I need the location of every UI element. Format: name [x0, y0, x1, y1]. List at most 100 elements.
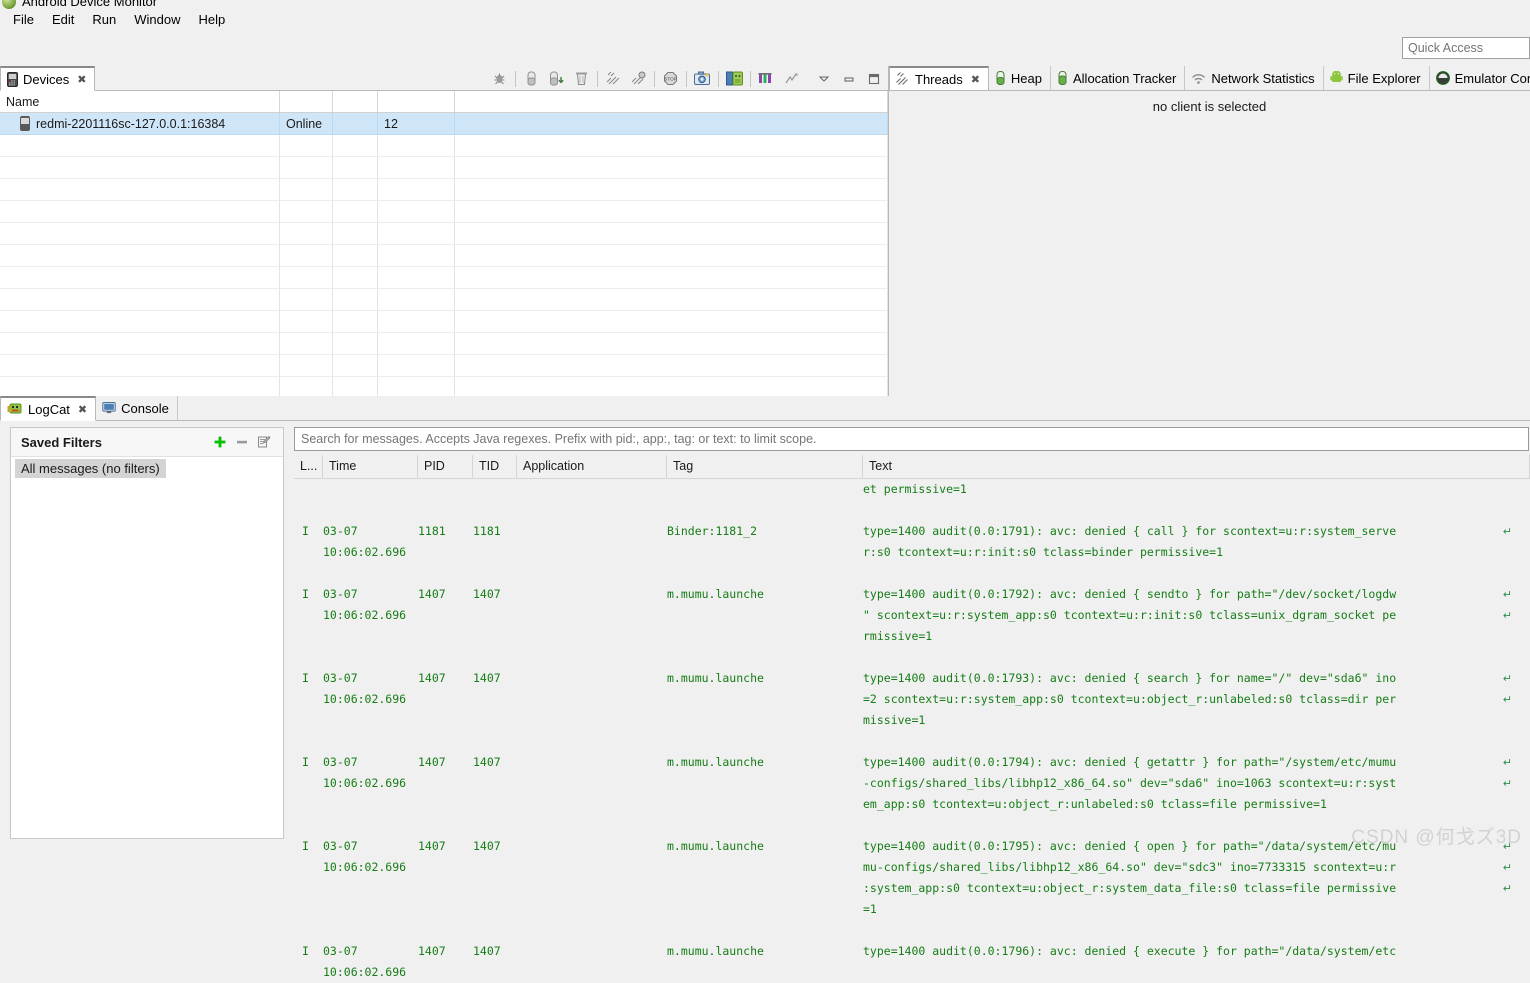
- log-text-line: type=1400 audit(0.0:1792): avc: denied {…: [863, 584, 1530, 605]
- tab-devices-label: Devices: [23, 71, 70, 87]
- column-header-pid[interactable]: PID: [418, 455, 473, 478]
- column-header-3[interactable]: [333, 91, 378, 112]
- table-row-empty[interactable]: [0, 377, 888, 396]
- empty-cell: [378, 201, 455, 223]
- logcat-main: L... Time PID TID Application Tag Text e…: [290, 421, 1530, 979]
- empty-cell: [333, 245, 378, 267]
- empty-cell: [280, 223, 333, 245]
- tab-file-explorer[interactable]: File Explorer: [1323, 66, 1430, 90]
- device-name-cell: redmi-2201116sc-127.0.0.1:16384: [0, 113, 280, 135]
- main-toolbar-strip: [0, 30, 1530, 68]
- list-item[interactable]: All messages (no filters): [15, 459, 166, 478]
- systrace-icon[interactable]: [779, 68, 804, 90]
- tab-heap[interactable]: Heap: [988, 66, 1051, 90]
- empty-cell: [455, 157, 888, 179]
- table-row[interactable]: redmi-2201116sc-127.0.0.1:16384 Online 1…: [0, 113, 888, 135]
- allocation-tracker-icon: [1057, 71, 1068, 85]
- menu-item-file[interactable]: File: [4, 10, 43, 29]
- table-row-empty[interactable]: [0, 333, 888, 355]
- column-header-5[interactable]: [455, 91, 888, 112]
- table-row-empty[interactable]: [0, 289, 888, 311]
- line-wrap-icon: ↵: [1502, 588, 1512, 601]
- column-header-level[interactable]: L...: [294, 455, 323, 478]
- menu-item-window[interactable]: Window: [125, 10, 189, 29]
- logcat-body: Saved Filters All messages (no filters) …: [0, 421, 1530, 979]
- log-tid-cell: 1407: [473, 944, 501, 958]
- log-text-line: type=1400 audit(0.0:1796): avc: denied {…: [863, 944, 1397, 958]
- menu-item-edit[interactable]: Edit: [43, 10, 83, 29]
- tab-devices[interactable]: Devices ✖: [0, 66, 96, 91]
- toolbar-separator: [654, 70, 655, 87]
- log-tid-cell: 1407: [473, 587, 501, 601]
- tab-allocation-tracker[interactable]: Allocation Tracker: [1051, 66, 1186, 90]
- quick-access-input[interactable]: [1402, 37, 1530, 59]
- tab-threads[interactable]: Threads ✖: [889, 66, 989, 90]
- tab-console[interactable]: Console: [96, 396, 178, 420]
- table-row-empty[interactable]: [0, 267, 888, 289]
- column-header-application[interactable]: Application: [517, 455, 667, 478]
- table-row-empty[interactable]: [0, 157, 888, 179]
- column-header-tid[interactable]: TID: [473, 455, 517, 478]
- log-row[interactable]: I 03-07 10:06:02.696 1407 1407 m.mumu.launch…: [294, 668, 1530, 731]
- line-wrap-icon: ↵: [1502, 672, 1512, 685]
- logcat-panel: LogCat ✖ Console Saved Filters All messa…: [0, 396, 1530, 979]
- close-icon[interactable]: ✖: [971, 73, 980, 86]
- log-tag-cell: m.mumu.launche: [667, 755, 764, 769]
- column-header-text[interactable]: Text: [863, 455, 1530, 478]
- log-application-cell: [517, 752, 667, 773]
- line-wrap-icon: ↵: [1502, 693, 1512, 706]
- close-icon[interactable]: ✖: [77, 73, 86, 86]
- column-header-name[interactable]: Name: [0, 91, 280, 112]
- start-method-profiling-icon[interactable]: [626, 68, 651, 90]
- menu-item-help[interactable]: Help: [189, 10, 234, 29]
- empty-cell: [0, 267, 280, 289]
- view-menu-icon[interactable]: [811, 68, 836, 90]
- column-header-tag[interactable]: Tag: [667, 455, 863, 478]
- empty-cell: [378, 355, 455, 377]
- tab-network-statistics[interactable]: Network Statistics: [1185, 66, 1324, 90]
- screen-capture-icon[interactable]: [690, 68, 715, 90]
- line-wrap-icon: ↵: [1502, 861, 1512, 874]
- search-input[interactable]: [294, 427, 1529, 451]
- dump-hprof-icon[interactable]: [544, 68, 569, 90]
- log-row[interactable]: I 03-07 10:06:02.696 1181 1181 Binder:1181_2…: [294, 521, 1530, 563]
- log-row[interactable]: I 03-07 10:06:02.696 1407 1407 m.mumu.launch…: [294, 584, 1530, 647]
- table-row-empty[interactable]: [0, 355, 888, 377]
- table-row-empty[interactable]: [0, 223, 888, 245]
- log-text-line: em_app:s0 tcontext=u:object_r:unlabeled:…: [863, 797, 1327, 811]
- column-header-time[interactable]: Time: [323, 455, 418, 478]
- menu-item-run[interactable]: Run: [83, 10, 125, 29]
- minus-icon[interactable]: [231, 432, 253, 452]
- cause-gc-icon[interactable]: [569, 68, 594, 90]
- update-threads-icon[interactable]: [601, 68, 626, 90]
- debug-process-icon[interactable]: [487, 68, 512, 90]
- log-row[interactable]: I 03-07 10:06:02.696 1407 1407 m.mumu.launch…: [294, 836, 1530, 920]
- maximize-icon[interactable]: [861, 68, 886, 90]
- plus-icon[interactable]: [209, 432, 231, 452]
- devices-panel: Devices ✖ STOP Name redmi-2201116sc-127.…: [0, 66, 888, 396]
- dump-view-hierarchy-icon[interactable]: [722, 68, 747, 90]
- tab-logcat[interactable]: LogCat ✖: [0, 396, 97, 421]
- empty-cell: [0, 135, 280, 157]
- tab-emulator-control[interactable]: Emulator Contro: [1429, 66, 1530, 90]
- log-application-cell: [517, 479, 667, 500]
- table-row-empty[interactable]: [0, 311, 888, 333]
- capture-opengl-trace-icon[interactable]: [754, 68, 779, 90]
- minimize-icon[interactable]: [836, 68, 861, 90]
- android-monitor-logo-icon: [2, 0, 16, 9]
- log-text-line: et permissive=1: [863, 482, 967, 496]
- log-row[interactable]: I 03-07 10:06:02.696 1407 1407 m.mumu.launch…: [294, 941, 1530, 979]
- column-header-4[interactable]: [378, 91, 455, 112]
- log-row[interactable]: I 03-07 10:06:02.696 1407 1407 m.mumu.launch…: [294, 752, 1530, 815]
- update-heap-icon[interactable]: [519, 68, 544, 90]
- table-row-empty[interactable]: [0, 245, 888, 267]
- table-row-empty[interactable]: [0, 179, 888, 201]
- stop-process-icon[interactable]: STOP: [658, 68, 683, 90]
- close-icon[interactable]: ✖: [78, 403, 87, 416]
- table-row-empty[interactable]: [0, 201, 888, 223]
- column-header-2[interactable]: [280, 91, 333, 112]
- edit-icon[interactable]: [253, 432, 275, 452]
- table-row-empty[interactable]: [0, 135, 888, 157]
- log-row[interactable]: et permissive=1: [294, 479, 1530, 500]
- empty-cell: [455, 289, 888, 311]
